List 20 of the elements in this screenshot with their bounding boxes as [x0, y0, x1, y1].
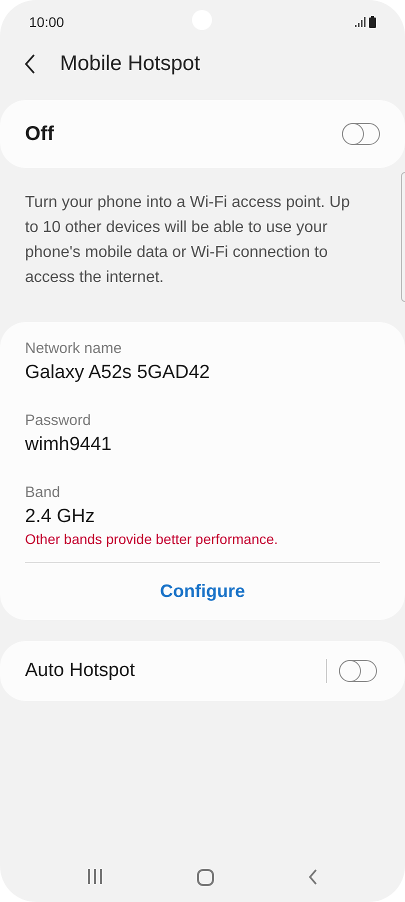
page-title: Mobile Hotspot [60, 51, 200, 78]
setting-value[interactable]: wimh9441 [25, 432, 380, 458]
setting-value[interactable]: Galaxy A52s 5GAD42 [25, 360, 380, 386]
home-button[interactable] [197, 868, 214, 886]
description-text: Turn your phone into a Wi-Fi access point. Up to 10 other devices will be able to use your phone's mobile data or Wi-Fi connection to access the internet. [24, 193, 351, 288]
signal-icon [355, 17, 366, 27]
switch-label: Off [25, 122, 54, 147]
recent-apps-button[interactable] [87, 869, 103, 885]
warning-text: Other bands provide better performance. [25, 530, 279, 548]
setting-label: Band [25, 483, 62, 503]
back-nav-button[interactable] [308, 869, 318, 885]
toggle-switch[interactable] [339, 660, 377, 682]
setting-label: Password [25, 411, 92, 431]
setting-value[interactable]: 2.4 GHz [25, 504, 380, 530]
battery-icon [369, 16, 376, 28]
setting-label: Network name [25, 339, 123, 359]
auto-hotspot-label: Auto Hotspot [25, 658, 135, 683]
configure-button[interactable]: Configure [156, 578, 249, 605]
toggle-switch[interactable] [342, 123, 380, 145]
status-time: 10:00 [29, 12, 64, 32]
